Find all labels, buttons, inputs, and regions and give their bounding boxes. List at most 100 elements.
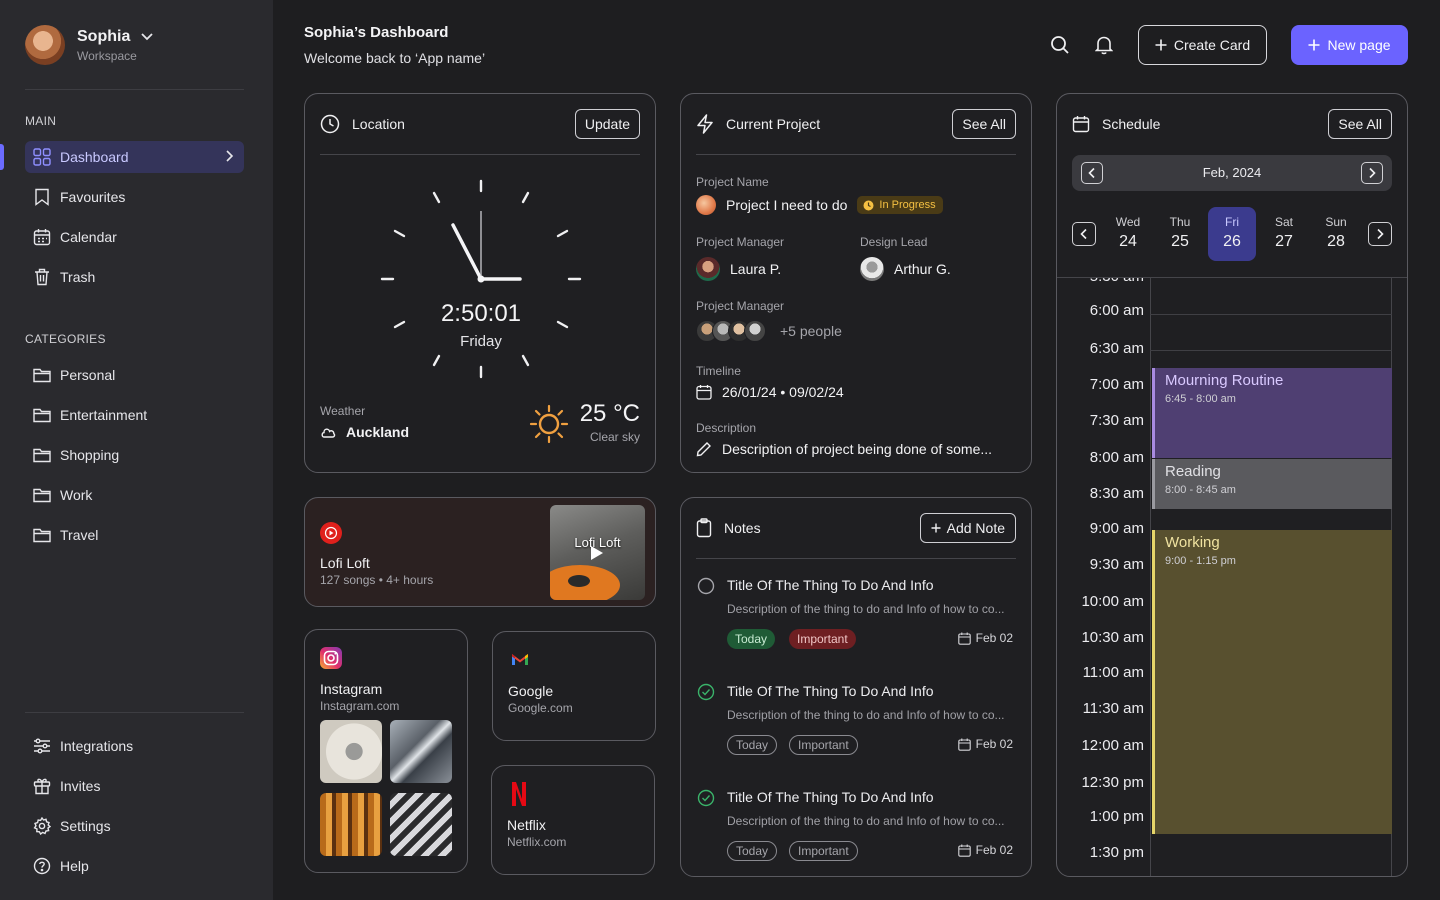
day-sun[interactable]: Sun 28 xyxy=(1312,207,1360,261)
folder-icon xyxy=(33,526,51,544)
status-badge: In Progress xyxy=(857,196,943,214)
day-thu[interactable]: Thu 25 xyxy=(1156,207,1204,261)
project-card: Current Project See All Project Name Pro… xyxy=(680,93,1032,473)
see-all-button[interactable]: See All xyxy=(1328,109,1392,139)
design-lead: Arthur G. xyxy=(860,257,951,281)
photo-thumbnail[interactable] xyxy=(390,793,452,856)
category-entertainment[interactable]: Entertainment xyxy=(25,399,244,431)
card-title: Schedule xyxy=(1102,116,1161,132)
notifications-button[interactable] xyxy=(1093,34,1115,56)
google-card[interactable]: Google Google.com xyxy=(492,631,656,741)
check-circle-icon[interactable] xyxy=(697,789,715,807)
tag-important[interactable]: Important xyxy=(789,841,858,861)
tag-important[interactable]: Important xyxy=(789,629,856,649)
sidebar-item-label: Integrations xyxy=(60,738,134,754)
check-circle-icon[interactable] xyxy=(697,683,715,701)
category-label: Shopping xyxy=(60,447,120,463)
gift-icon xyxy=(33,777,51,795)
next-week-button[interactable] xyxy=(1368,222,1392,246)
team-more: +5 people xyxy=(780,323,842,339)
update-button[interactable]: Update xyxy=(574,109,640,139)
calendar-icon xyxy=(33,228,51,246)
calendar-icon xyxy=(957,738,971,751)
next-month-button[interactable] xyxy=(1361,162,1383,184)
chevron-left-icon xyxy=(1080,228,1087,240)
calendar-icon xyxy=(957,632,971,645)
category-work[interactable]: Work xyxy=(25,479,244,511)
tag-today[interactable]: Today xyxy=(727,629,776,649)
timeline-grid[interactable]: 5:30 am 6:00 am 6:30 am 7:00 am 7:30 am … xyxy=(1057,277,1407,876)
sliders-icon xyxy=(33,737,51,755)
see-all-button[interactable]: See All xyxy=(952,109,1016,139)
schedule-header: Schedule xyxy=(1072,94,1160,154)
time-label: 9:00 am xyxy=(1089,520,1144,537)
notes-card: Notes Add Note Title Of The Thing To Do … xyxy=(680,497,1032,877)
time-label: 9:30 am xyxy=(1089,556,1144,573)
time-label: 1:30 pm xyxy=(1089,844,1144,861)
profile-switcher[interactable]: Sophia Workspace xyxy=(25,25,154,65)
category-personal[interactable]: Personal xyxy=(25,359,244,391)
progress-icon xyxy=(863,200,874,210)
day-label: Friday xyxy=(460,333,502,350)
sidebar-item-dashboard[interactable]: Dashboard xyxy=(25,141,244,173)
folder-icon xyxy=(33,366,51,384)
team-avatars: +5 people xyxy=(696,320,842,342)
notes-header: Notes xyxy=(696,498,761,558)
sidebar-item-label: Trash xyxy=(60,269,96,285)
unchecked-circle-icon[interactable] xyxy=(697,577,715,595)
music-card[interactable]: Lofi Loft 127 songs • 4+ hours Lofi Loft xyxy=(304,497,656,607)
event-working[interactable]: Working 9:00 - 1:15 pm xyxy=(1152,530,1392,834)
netflix-card[interactable]: Netflix Netflix.com xyxy=(491,765,655,875)
day-fri-selected[interactable]: Fri 26 xyxy=(1208,207,1256,261)
grid-icon xyxy=(33,148,51,166)
sidebar-item-settings[interactable]: Settings xyxy=(25,810,244,842)
sidebar-item-trash[interactable]: Trash xyxy=(25,261,244,293)
create-card-button[interactable]: Create Card xyxy=(1138,25,1267,65)
instagram-card[interactable]: Instagram Instagram.com xyxy=(304,629,468,873)
section-main-label: MAIN xyxy=(25,114,57,128)
tag-today[interactable]: Today xyxy=(727,735,778,755)
search-icon xyxy=(1051,36,1069,54)
month-picker: Feb, 2024 xyxy=(1072,155,1392,191)
location-header: Location xyxy=(320,94,405,154)
workspace-label: Workspace xyxy=(77,48,137,63)
photo-thumbnail[interactable] xyxy=(320,793,382,856)
search-button[interactable] xyxy=(1049,34,1071,56)
team-label: Project Manager xyxy=(696,299,785,313)
digital-time: 2:50:01 xyxy=(440,300,522,327)
gmail-icon xyxy=(512,654,528,665)
page-title: Sophia’s Dashboard xyxy=(304,24,449,41)
category-shopping[interactable]: Shopping xyxy=(25,439,244,471)
sidebar-item-help[interactable]: Help xyxy=(25,850,244,882)
category-travel[interactable]: Travel xyxy=(25,519,244,551)
day-wed[interactable]: Wed 24 xyxy=(1104,207,1152,261)
sidebar-item-integrations[interactable]: Integrations xyxy=(25,730,244,762)
sidebar-item-label: Calendar xyxy=(60,229,117,245)
temperature: 25 °C xyxy=(579,400,640,427)
photo-thumbnail[interactable] xyxy=(320,720,382,783)
playlist-cover[interactable]: Lofi Loft xyxy=(550,505,645,600)
folder-icon xyxy=(33,446,51,464)
sidebar-item-favourites[interactable]: Favourites xyxy=(25,181,244,213)
chevron-down-icon xyxy=(141,32,153,40)
time-label: 10:00 am xyxy=(1081,593,1144,610)
event-reading[interactable]: Reading 8:00 - 8:45 am xyxy=(1152,459,1392,509)
event-morning-routine[interactable]: Mourning Routine 6:45 - 8:00 am xyxy=(1152,368,1392,458)
sidebar-item-calendar[interactable]: Calendar xyxy=(25,221,244,253)
prev-week-button[interactable] xyxy=(1072,222,1096,246)
add-note-button[interactable]: Add Note xyxy=(919,513,1016,543)
photo-thumbnail[interactable] xyxy=(390,720,452,783)
day-sat[interactable]: Sat 27 xyxy=(1260,207,1308,261)
sidebar-item-label: Settings xyxy=(60,818,111,834)
project-icon xyxy=(696,195,716,215)
tag-important[interactable]: Important xyxy=(789,735,858,755)
app-name: Google xyxy=(508,683,554,699)
avatar xyxy=(696,257,720,281)
calendar-icon xyxy=(1072,116,1090,133)
manager-label: Project Manager xyxy=(696,235,785,249)
sidebar-item-invites[interactable]: Invites xyxy=(25,770,244,802)
schedule-card: Schedule See All Feb, 2024 Wed 24 Thu 25 F… xyxy=(1056,93,1408,877)
new-page-button[interactable]: New page xyxy=(1291,25,1408,65)
tag-today[interactable]: Today xyxy=(727,841,778,861)
time-label: 7:30 am xyxy=(1089,412,1144,429)
